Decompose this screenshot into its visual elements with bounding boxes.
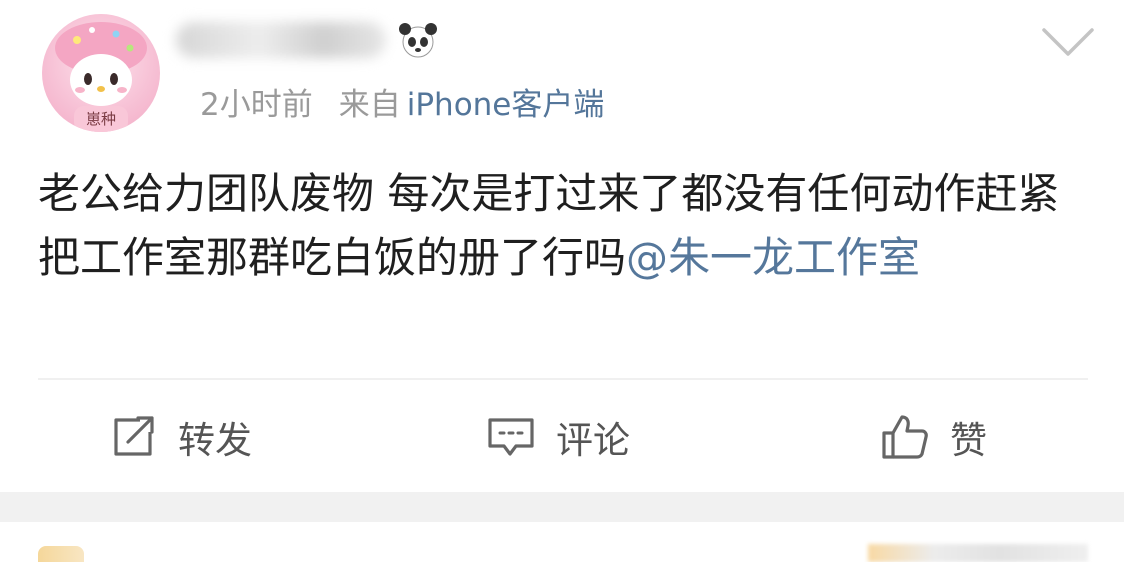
repost-button[interactable]: 转发 [110, 410, 252, 464]
source-client-link[interactable]: iPhone客户端 [407, 87, 605, 123]
comment-label: 评论 [556, 419, 630, 462]
feed-separator [0, 492, 1124, 522]
weibo-post-card: 崽种 2小时前 来自 iPhone客户端 老公给力团队废物 每次是打过来了都没有任何… [0, 0, 1124, 492]
post-time: 2小时前 [200, 87, 313, 123]
chevron-down-icon[interactable] [1040, 24, 1096, 60]
username-blurred[interactable] [176, 16, 466, 64]
avatar[interactable]: 崽种 [42, 14, 160, 132]
avatar-caption: 崽种 [85, 110, 116, 128]
next-post-avatar-partial [38, 546, 84, 562]
like-icon [882, 415, 928, 459]
next-post-banner-partial [868, 544, 1088, 562]
comment-icon [488, 418, 534, 456]
repost-label: 转发 [178, 419, 252, 462]
source-label: 来自 [338, 87, 401, 123]
comment-button[interactable]: 评论 [486, 410, 630, 464]
panda-emoji-icon [399, 23, 437, 58]
post-text: 老公给力团队废物 每次是打过来了都没有任何动作赶紧把工作室那群吃白饭的册了行吗@… [38, 162, 1094, 290]
divider [38, 378, 1088, 380]
post-meta: 2小时前 来自 iPhone客户端 [200, 84, 604, 126]
mention-link[interactable]: @朱一龙工作室 [626, 233, 920, 282]
blurred-name-mask [176, 22, 386, 58]
like-label: 赞 [950, 419, 987, 462]
like-button[interactable]: 赞 [880, 410, 987, 464]
repost-icon [114, 416, 154, 456]
